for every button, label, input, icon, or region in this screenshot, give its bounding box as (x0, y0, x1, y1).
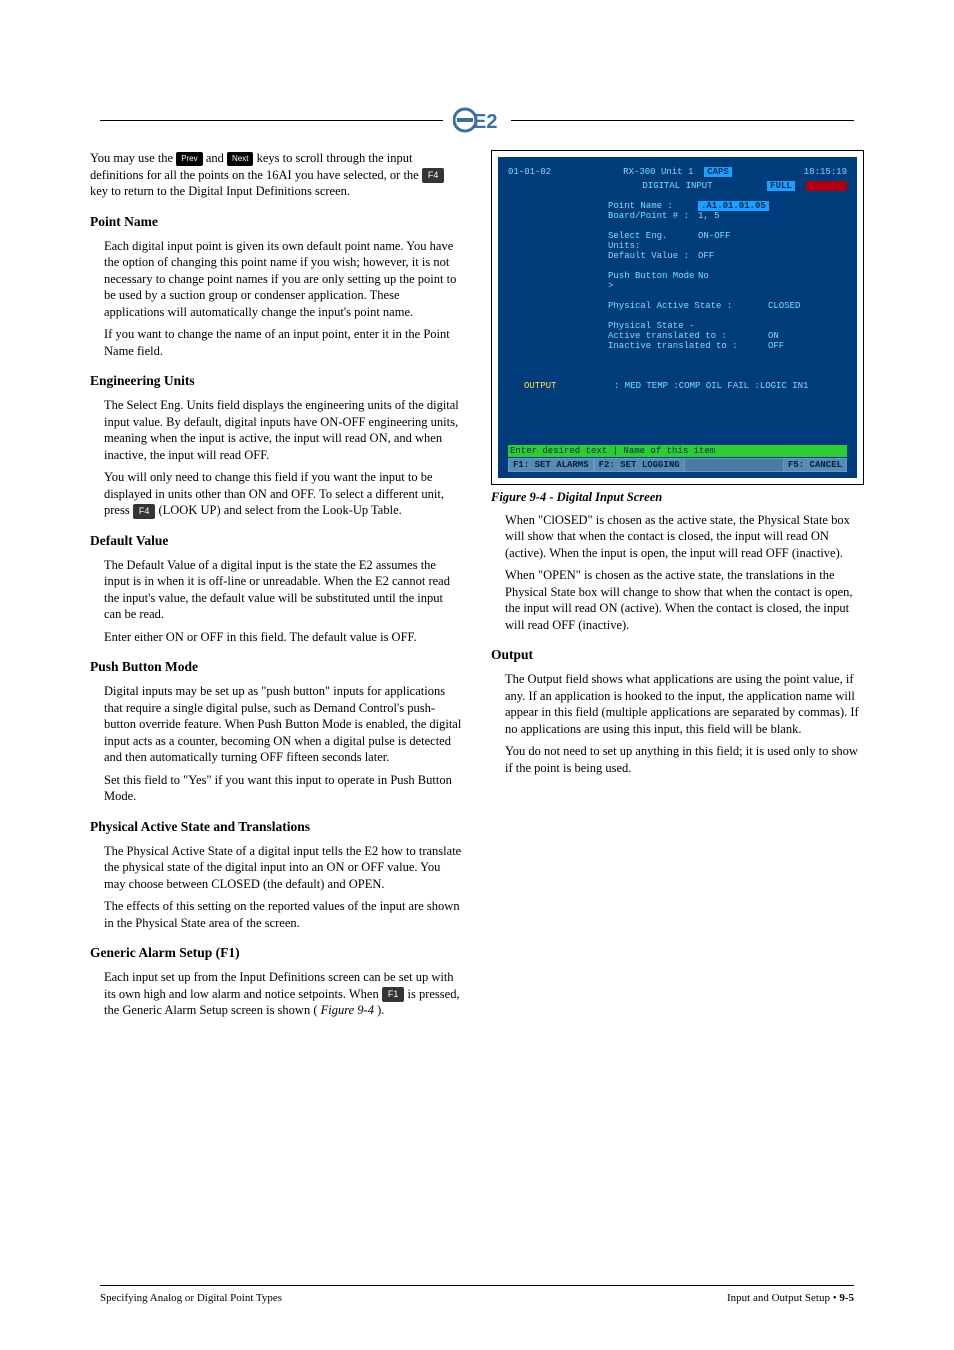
term-value: OFF (698, 251, 714, 261)
f4-key-icon: F4 (133, 504, 156, 519)
paragraph: The Default Value of a digital input is … (104, 557, 463, 623)
term-label: Physical State - (508, 321, 698, 331)
paragraph: You will only need to change this field … (104, 469, 463, 519)
term-label: Active translated to : (508, 331, 768, 341)
paragraph: The Output field shows what applications… (505, 671, 864, 737)
term-label: Physical Active State : (508, 301, 768, 311)
page-number: 9-5 (839, 1292, 854, 1304)
heading-default-value: Default Value (90, 533, 463, 549)
next-key-icon: Next (227, 152, 253, 166)
heading-output: Output (491, 647, 864, 663)
paragraph: The effects of this setting on the repor… (104, 898, 463, 931)
term-label: Board/Point # : (508, 211, 698, 221)
terminal-figure: 01-01-02 RX-300 Unit 1 CAPS 18:15:19 DIG… (491, 150, 864, 485)
caption-number: Figure 9-4 (491, 490, 546, 504)
text: You may use the (90, 151, 176, 165)
paragraph: If you want to change the name of an inp… (104, 326, 463, 359)
term-value: OFF (768, 341, 784, 351)
paragraph: Enter either ON or OFF in this field. Th… (104, 629, 463, 646)
output-value: : MED TEMP :COMP OIL FAIL :LOGIC IN1 (614, 381, 808, 391)
output-label: OUTPUT (524, 381, 614, 391)
paragraph: You do not need to set up anything in th… (505, 743, 864, 776)
hint-line: Enter desired text | Name of this item (508, 445, 847, 457)
figure-caption: Figure 9-4 - Digital Input Screen (491, 489, 864, 506)
left-column: You may use the Prev and Next keys to sc… (90, 150, 463, 1025)
f2-set-logging[interactable]: F2: SET LOGGING (594, 458, 685, 472)
heading-eng-units: Engineering Units (90, 373, 463, 389)
term-value: CLOSED (768, 301, 800, 311)
text: and (206, 151, 227, 165)
heading-generic-alarm: Generic Alarm Setup (F1) (90, 945, 463, 961)
term-label: Inactive translated to : (508, 341, 768, 351)
f4-key-icon: F4 (422, 168, 445, 183)
term-value: 1, 5 (698, 211, 720, 221)
figure-ref: Figure 9-4 (321, 1003, 374, 1017)
term-title: DIGITAL INPUT (498, 181, 857, 191)
term-value: ON (768, 331, 779, 341)
prev-key-icon: Prev (176, 152, 202, 166)
heading-point-name: Point Name (90, 214, 463, 230)
paragraph: The Select Eng. Units field displays the… (104, 397, 463, 463)
caption-text: - Digital Input Screen (546, 490, 662, 504)
term-label: Select Eng. Units: (508, 231, 698, 251)
paragraph: You may use the Prev and Next keys to sc… (90, 150, 463, 200)
term-label: Push Button Mode > (508, 271, 698, 291)
footer-section: Input and Output Setup • (727, 1292, 839, 1304)
f5-cancel[interactable]: F5: CANCEL (783, 458, 847, 472)
term-label: Default Value : (508, 251, 698, 261)
heading-push-button: Push Button Mode (90, 659, 463, 675)
term-unit: RX-300 Unit 1 (623, 167, 693, 177)
paragraph: When "OPEN" is chosen as the active stat… (505, 567, 864, 633)
text: ). (377, 1003, 384, 1017)
header-logo: E2 (443, 106, 511, 138)
f1-set-alarms[interactable]: F1: SET ALARMS (508, 458, 594, 472)
terminal-screen: 01-01-02 RX-300 Unit 1 CAPS 18:15:19 DIG… (498, 157, 857, 478)
paragraph: Each digital input point is given its ow… (104, 238, 463, 321)
f1-key-icon: F1 (382, 987, 405, 1002)
paragraph: When "ClOSED" is chosen as the active st… (505, 512, 864, 562)
caps-badge: CAPS (704, 167, 732, 177)
text: key to return to the Digital Input Defin… (90, 184, 350, 198)
term-label: Point Name : (508, 201, 698, 211)
svg-text:E2: E2 (473, 111, 497, 133)
heading-physical-active: Physical Active State and Translations (90, 819, 463, 835)
paragraph: The Physical Active State of a digital i… (104, 843, 463, 893)
term-value: ON-OFF (698, 231, 730, 251)
term-value: .A1.01.01.05 (698, 201, 769, 211)
fnkey-spacer (685, 458, 783, 472)
right-column: 01-01-02 RX-300 Unit 1 CAPS 18:15:19 DIG… (491, 150, 864, 1025)
paragraph: Digital inputs may be set up as "push bu… (104, 683, 463, 766)
footer-right: Input and Output Setup • 9-5 (727, 1292, 854, 1304)
paragraph: Set this field to "Yes" if you want this… (104, 772, 463, 805)
page-footer: Specifying Analog or Digital Point Types… (100, 1285, 854, 1304)
paragraph: Each input set up from the Input Definit… (104, 969, 463, 1019)
text: (LOOK UP) and select from the Look-Up Ta… (158, 503, 401, 517)
footer-left: Specifying Analog or Digital Point Types (100, 1292, 282, 1304)
term-value: No (698, 271, 709, 291)
